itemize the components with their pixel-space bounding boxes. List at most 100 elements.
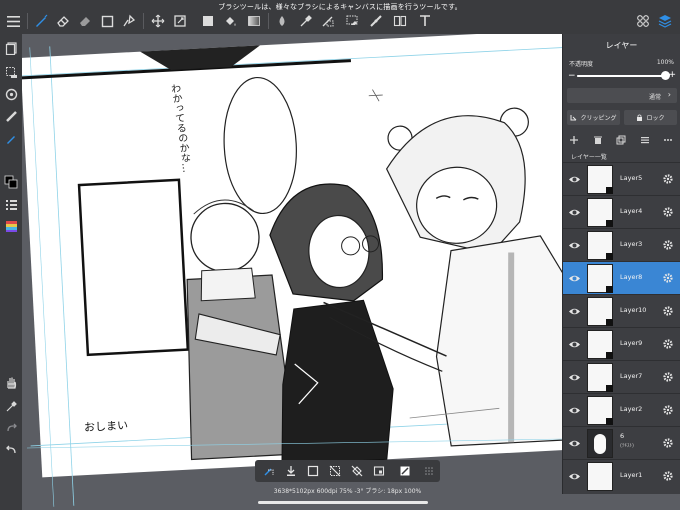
gear-icon[interactable] bbox=[661, 271, 675, 285]
layer-row[interactable]: Layer9 bbox=[563, 327, 680, 360]
transform-tool-icon[interactable] bbox=[171, 12, 189, 30]
frame-tool-icon[interactable] bbox=[391, 12, 409, 30]
brush-list-icon[interactable] bbox=[3, 196, 19, 212]
blur-eraser-tool-icon[interactable] bbox=[76, 12, 94, 30]
layer-row[interactable]: 6 (ﾃｷｽﾄ) bbox=[563, 426, 680, 459]
delete-layer-icon[interactable] bbox=[592, 134, 604, 146]
gear-icon[interactable] bbox=[661, 370, 675, 384]
redo-icon[interactable] bbox=[3, 420, 19, 436]
snap-icon[interactable] bbox=[3, 86, 19, 102]
gear-icon[interactable] bbox=[661, 205, 675, 219]
deselect-icon[interactable] bbox=[327, 463, 343, 479]
clipping-label: クリッピング bbox=[580, 115, 617, 122]
text-tool-icon[interactable] bbox=[416, 12, 434, 30]
move-tool-icon[interactable] bbox=[149, 12, 167, 30]
select-pen-icon[interactable] bbox=[261, 463, 277, 479]
left-toolbar bbox=[0, 34, 22, 510]
gear-icon[interactable] bbox=[661, 337, 675, 351]
select-eraser-tool-icon[interactable] bbox=[343, 12, 361, 30]
selection-menu-icon[interactable] bbox=[3, 64, 19, 80]
visibility-eye-icon[interactable] bbox=[567, 337, 581, 351]
lock-status-icon bbox=[606, 187, 613, 194]
materials-icon[interactable] bbox=[634, 12, 652, 30]
tool-hint-text: ブラシツールは、様々なブラシによるキャンバスに描画を行うツールです。 bbox=[218, 3, 462, 11]
fill-selection-icon[interactable] bbox=[397, 463, 413, 479]
gradient-tool-icon[interactable] bbox=[245, 12, 263, 30]
layer-panel: レイヤー 不透明度 100% − + 通常 › クリッピング ロック レイヤー一… bbox=[562, 34, 680, 494]
lasso-tool-icon[interactable] bbox=[120, 12, 138, 30]
visibility-eye-icon[interactable] bbox=[567, 238, 581, 252]
transform-selection-icon[interactable] bbox=[371, 463, 387, 479]
gear-icon[interactable] bbox=[661, 304, 675, 318]
blend-mode-button[interactable]: 通常 › bbox=[567, 88, 677, 103]
layer-thumbnail bbox=[587, 363, 613, 392]
selection-square-icon[interactable] bbox=[305, 463, 321, 479]
visibility-eye-icon[interactable] bbox=[567, 403, 581, 417]
gear-icon[interactable] bbox=[661, 403, 675, 417]
select-pen-tool-icon[interactable] bbox=[319, 12, 337, 30]
more-options-icon[interactable] bbox=[662, 134, 674, 146]
opacity-value: 100% bbox=[656, 59, 674, 66]
eyedropper-tool-icon[interactable] bbox=[297, 12, 315, 30]
bucket-tool-icon[interactable] bbox=[221, 12, 239, 30]
opacity-increase-icon[interactable]: + bbox=[668, 70, 676, 80]
fill-color-icon[interactable] bbox=[199, 12, 217, 30]
lock-status-icon bbox=[606, 220, 613, 227]
gear-icon[interactable] bbox=[661, 469, 675, 483]
brush-tool-icon[interactable] bbox=[32, 12, 50, 30]
layer-row-selected[interactable]: Layer8 bbox=[563, 261, 680, 294]
layer-type-label: (ﾃｷｽﾄ) bbox=[620, 443, 634, 449]
duplicate-layer-icon[interactable] bbox=[615, 134, 627, 146]
layer-list-icon[interactable] bbox=[639, 134, 651, 146]
canvas-area[interactable]: わかってるのかな… おしまい bbox=[22, 34, 562, 510]
gear-icon[interactable] bbox=[661, 238, 675, 252]
canvas-artwork[interactable] bbox=[22, 34, 562, 510]
blur-tool-icon[interactable] bbox=[273, 12, 291, 30]
ruler-icon[interactable] bbox=[3, 108, 19, 124]
visibility-eye-icon[interactable] bbox=[567, 271, 581, 285]
layer-row[interactable]: Layer7 bbox=[563, 360, 680, 393]
lock-button[interactable]: ロック bbox=[624, 110, 677, 125]
eyedropper-icon[interactable] bbox=[3, 398, 19, 414]
eraser-tool-icon[interactable] bbox=[54, 12, 72, 30]
pages-icon[interactable] bbox=[3, 40, 19, 56]
rectangle-select-icon[interactable] bbox=[98, 12, 116, 30]
lock-status-icon bbox=[606, 352, 613, 359]
color-swatch-icon[interactable] bbox=[3, 174, 19, 190]
layer-thumbnail bbox=[587, 330, 613, 359]
visibility-eye-icon[interactable] bbox=[567, 205, 581, 219]
add-layer-icon[interactable] bbox=[568, 134, 580, 146]
hand-tool-icon[interactable] bbox=[3, 374, 19, 390]
visibility-eye-icon[interactable] bbox=[567, 172, 581, 186]
ending-handwritten-text: おしまい bbox=[83, 418, 129, 435]
ruler-tool-icon[interactable] bbox=[367, 12, 385, 30]
layer-row[interactable]: Layer10 bbox=[563, 294, 680, 327]
pen-settings-icon[interactable] bbox=[3, 130, 19, 146]
lock-status-icon bbox=[606, 385, 613, 392]
text-layer-preview bbox=[594, 434, 606, 454]
color-palette-icon[interactable] bbox=[3, 218, 19, 234]
opacity-decrease-icon[interactable]: − bbox=[568, 71, 576, 81]
layer-row[interactable]: Layer4 bbox=[563, 195, 680, 228]
visibility-eye-icon[interactable] bbox=[567, 469, 581, 483]
gear-icon[interactable] bbox=[661, 436, 675, 450]
lock-status-icon bbox=[606, 319, 613, 326]
gear-icon[interactable] bbox=[661, 172, 675, 186]
visibility-eye-icon[interactable] bbox=[567, 436, 581, 450]
visibility-eye-icon[interactable] bbox=[567, 370, 581, 384]
layer-name: 6 bbox=[620, 432, 625, 440]
layer-row[interactable]: Layer5 bbox=[563, 162, 680, 195]
layer-row[interactable]: Layer3 bbox=[563, 228, 680, 261]
layer-row[interactable]: Layer2 bbox=[563, 393, 680, 426]
undo-icon[interactable] bbox=[3, 442, 19, 458]
clear-selection-icon[interactable] bbox=[349, 463, 365, 479]
clipping-icon bbox=[570, 115, 577, 121]
layer-row[interactable]: Layer1 bbox=[563, 459, 680, 492]
menu-icon[interactable] bbox=[4, 12, 22, 30]
status-bar: 3638*5102px 600dpi 75% -3° ブラシ: 18px 100… bbox=[273, 488, 422, 495]
save-selection-icon[interactable] bbox=[283, 463, 299, 479]
clipping-button[interactable]: クリッピング bbox=[567, 110, 620, 125]
more-grid-icon[interactable] bbox=[421, 463, 437, 479]
layers-panel-icon[interactable] bbox=[656, 12, 674, 30]
visibility-eye-icon[interactable] bbox=[567, 304, 581, 318]
